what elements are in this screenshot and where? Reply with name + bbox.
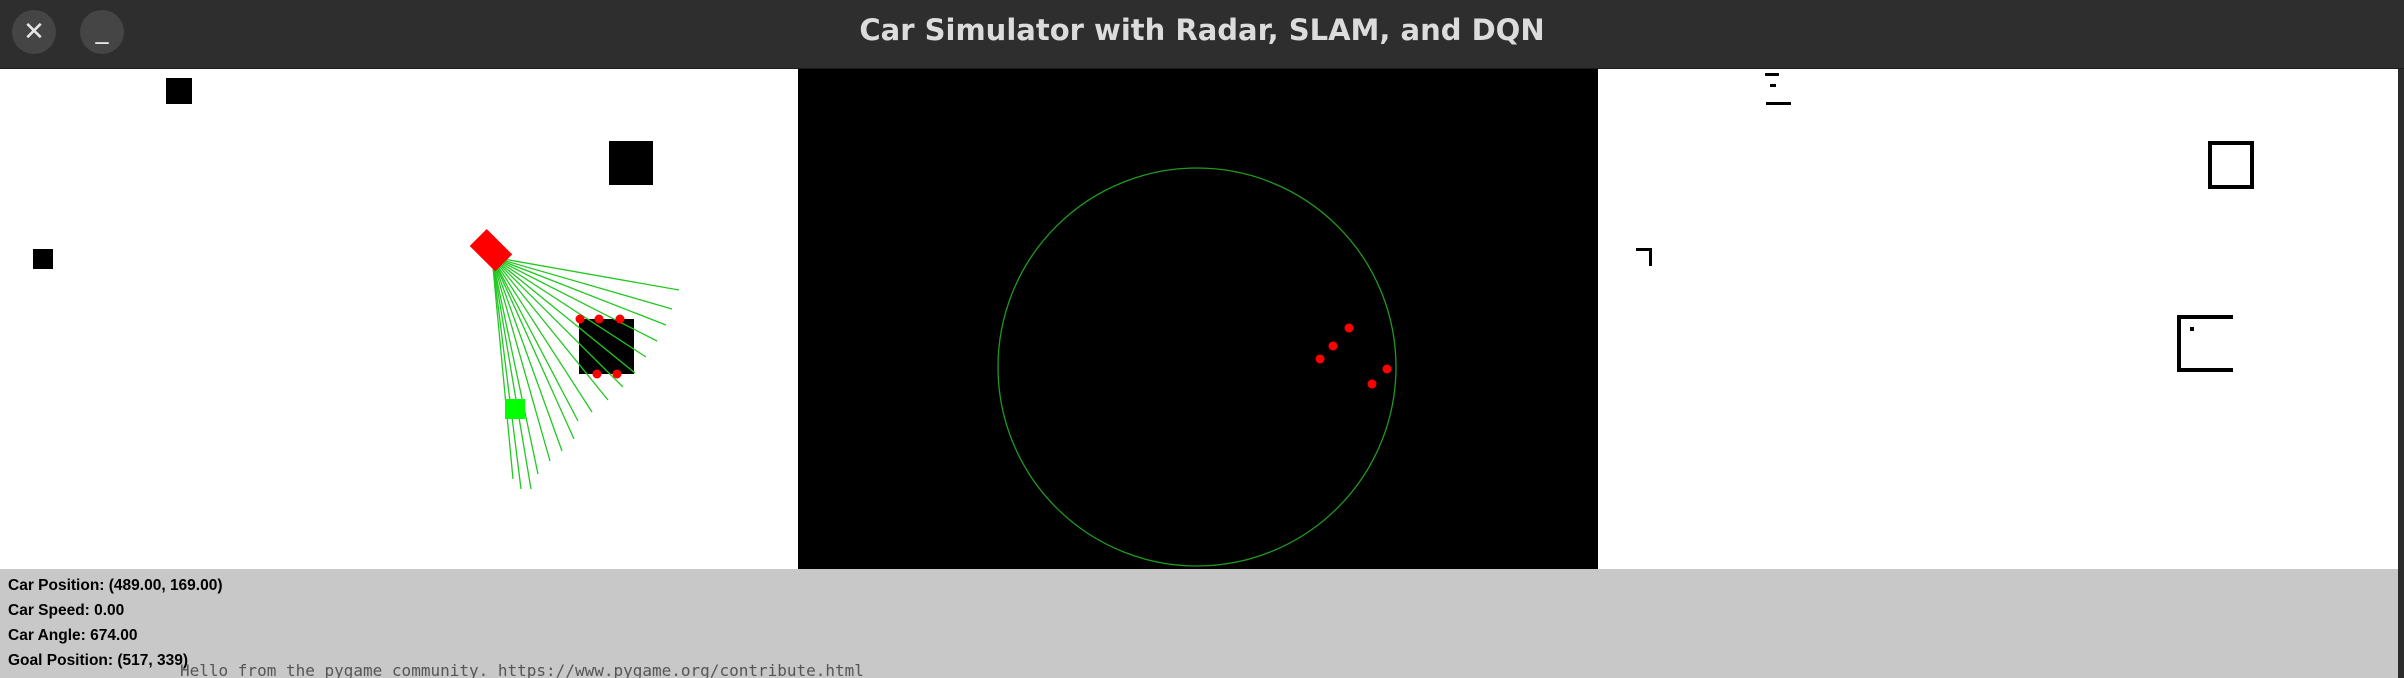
goal-position-text: Goal Position: (517, 339) <box>8 652 189 669</box>
obstacle <box>33 249 53 269</box>
obstacle <box>166 78 192 104</box>
goal-marker <box>505 399 525 419</box>
radar-canvas <box>997 167 1397 567</box>
window-edge <box>2398 69 2404 678</box>
radar-beams <box>491 256 680 490</box>
car <box>469 228 513 272</box>
car-speed-text: Car Speed: 0.00 <box>8 602 125 619</box>
slam-canvas <box>1636 73 2254 372</box>
simulation-canvas <box>33 78 680 490</box>
title-bar: ✕ _ Car Simulator with Radar, SLAM, and … <box>0 0 2404 69</box>
car-angle-text: Car Angle: 674.00 <box>8 627 138 644</box>
radar-range-circle <box>997 167 1397 567</box>
window-title: Car Simulator with Radar, SLAM, and DQN <box>859 13 1545 47</box>
mapped-obstacles <box>1636 73 2254 372</box>
info-panel: Car Position: (489.00, 169.00) Car Speed… <box>0 569 2398 678</box>
radar-detections <box>1315 323 1392 389</box>
simulation-view <box>0 69 798 569</box>
obstacle <box>609 141 653 185</box>
car-position-text: Car Position: (489.00, 169.00) <box>8 577 223 594</box>
slam-map-view <box>1598 69 2398 569</box>
console-output: Hello from the pygame community. https:/… <box>180 661 864 678</box>
radar-view <box>798 69 1598 569</box>
